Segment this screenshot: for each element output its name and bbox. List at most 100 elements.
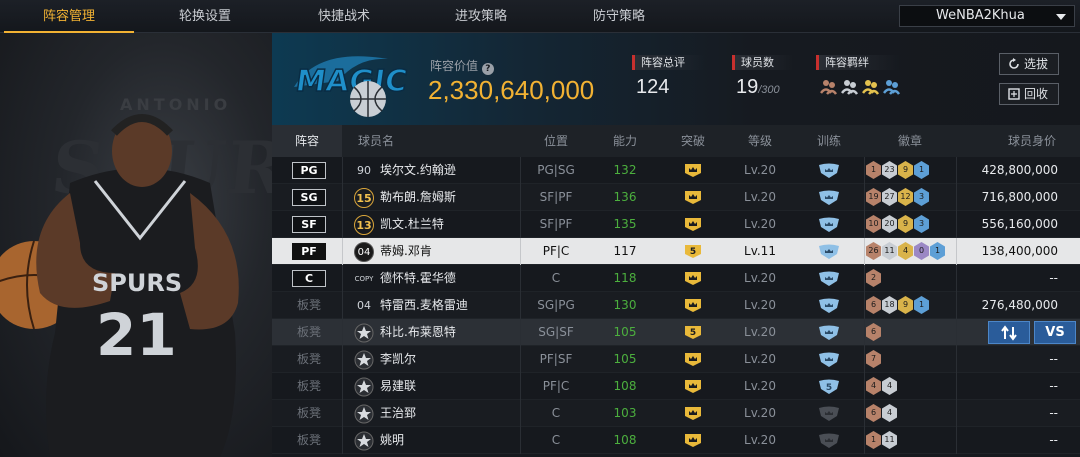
player-name[interactable]: 埃尔文.约翰逊 xyxy=(380,157,456,184)
table-row[interactable]: PF 04 蒂姆.邓肯 PF|C 117 5 Lv.11 26 11 4 0 1 138… xyxy=(272,238,1080,265)
silver-badge-icon[interactable]: 4 xyxy=(882,404,897,422)
player-rating: 130 xyxy=(613,298,637,312)
silver-badge-icon[interactable]: 11 xyxy=(882,242,897,260)
col-player-value[interactable]: 球员身价 xyxy=(984,125,1080,157)
bronze-badge-icon[interactable]: 2 xyxy=(866,269,881,287)
user-dropdown[interactable]: WeNBA2Khua xyxy=(899,5,1075,27)
silver-badge-icon[interactable]: 18 xyxy=(882,296,897,314)
table-row[interactable]: 板凳 易建联 PF|C 108 Lv.20 5 44 -- xyxy=(272,373,1080,400)
gold-badge-icon[interactable]: 9 xyxy=(898,215,913,233)
player-name[interactable]: 特雷西.麦格雷迪 xyxy=(380,292,468,319)
training-level-icon: 5 xyxy=(818,379,840,395)
purple-badge-icon[interactable]: 0 xyxy=(914,242,929,260)
table-row[interactable]: PG 90 埃尔文.约翰逊 PG|SG 132 Lv.20 1 23 9 1 428,… xyxy=(272,157,1080,184)
player-rating: 117 xyxy=(613,244,637,258)
blue-badge-icon[interactable]: 3 xyxy=(914,188,929,206)
table-row[interactable]: 板凳 04 特雷西.麦格雷迪 SG|PG 130 Lv.20 6 18 9 1 276… xyxy=(272,292,1080,319)
player-position: C xyxy=(551,433,561,447)
bronze-badge-icon[interactable]: 6 xyxy=(866,323,881,341)
col-level[interactable]: 等级 xyxy=(722,125,798,157)
lineup-slot-badge[interactable]: PF xyxy=(292,243,326,260)
bench-label: 板凳 xyxy=(296,406,321,420)
gold-badge-icon[interactable]: 9 xyxy=(898,296,913,314)
crown-icon xyxy=(684,406,702,421)
bronze-badge-icon[interactable]: 7 xyxy=(866,350,881,368)
badge-list: 64 xyxy=(866,404,897,422)
player-level: Lv.20 xyxy=(744,379,776,393)
lineup-slot-badge[interactable]: SG xyxy=(292,189,326,206)
gold-badge-icon[interactable]: 12 xyxy=(898,188,913,206)
table-row[interactable]: C COPY 德怀特.霍华德 C 118 Lv.20 2 -- xyxy=(272,265,1080,292)
col-breakthrough[interactable]: 突破 xyxy=(658,125,728,157)
blue-badge-icon[interactable]: 3 xyxy=(914,215,929,233)
silver-badge-icon[interactable]: 23 xyxy=(882,161,897,179)
top-nav: 阵容管理 轮换设置 快捷战术 进攻策略 防守策略 WeNBA2Khua xyxy=(0,0,1080,33)
player-name[interactable]: 王治郅 xyxy=(380,400,416,427)
bond-silver-icon[interactable] xyxy=(841,78,858,95)
tab-quick-tactics[interactable]: 快捷战术 xyxy=(279,0,409,33)
help-icon[interactable]: ? xyxy=(481,63,494,75)
bronze-badge-icon[interactable]: 1 xyxy=(866,431,881,449)
player-name[interactable]: 凯文.杜兰特 xyxy=(380,211,444,238)
col-lineup[interactable]: 阵容 xyxy=(272,125,342,157)
player-name[interactable]: 易建联 xyxy=(380,373,416,400)
player-value: -- xyxy=(1049,379,1058,393)
silver-badge-icon[interactable]: 27 xyxy=(882,188,897,206)
table-row[interactable]: 板凳 姚明 C 108 Lv.20 1 11 -- xyxy=(272,427,1080,454)
player-name[interactable]: 科比.布莱恩特 xyxy=(380,319,456,346)
badge-list: 26 11 4 0 1 xyxy=(866,242,945,260)
bronze-badge-icon[interactable]: 1 xyxy=(866,161,881,179)
bronze-badge-icon[interactable]: 26 xyxy=(866,242,881,260)
bond-gold-icon[interactable] xyxy=(862,78,879,95)
table-row[interactable]: 板凳 科比.布莱恩特 SG|SF 105 5 Lv.20 6 VS xyxy=(272,319,1080,346)
col-rating[interactable]: 能力 xyxy=(592,125,658,157)
tab-offense-strategy[interactable]: 进攻策略 xyxy=(416,0,546,33)
player-name[interactable]: 德怀特.霍华德 xyxy=(380,265,456,292)
bronze-badge-icon[interactable]: 4 xyxy=(866,377,881,395)
training-crown-icon xyxy=(818,244,840,260)
select-button[interactable]: 选拔 xyxy=(999,53,1059,75)
silver-badge-icon[interactable]: 4 xyxy=(882,377,897,395)
player-name[interactable]: 姚明 xyxy=(380,427,404,454)
silver-badge-icon[interactable]: 11 xyxy=(882,431,897,449)
gold-badge-icon[interactable]: 4 xyxy=(898,242,913,260)
training-crown-icon xyxy=(818,190,840,206)
bronze-badge-icon[interactable]: 19 xyxy=(866,188,881,206)
player-level: Lv.20 xyxy=(744,190,776,204)
col-player-name[interactable]: 球员名 xyxy=(356,125,396,157)
blue-badge-icon[interactable]: 1 xyxy=(930,242,945,260)
col-badges[interactable]: 徽章 xyxy=(860,125,960,157)
blue-badge-icon[interactable]: 1 xyxy=(914,296,929,314)
lineup-slot-badge[interactable]: PG xyxy=(292,162,326,179)
lineup-slot-badge[interactable]: SF xyxy=(292,216,326,233)
compare-vs-button[interactable]: VS xyxy=(1034,321,1076,344)
table-row[interactable]: 板凳 王治郅 C 103 Lv.20 64 -- xyxy=(272,400,1080,427)
blue-badge-icon[interactable]: 1 xyxy=(914,161,929,179)
bond-blue-icon[interactable] xyxy=(883,78,900,95)
table-row[interactable]: 板凳 李凯尔 PF|SF 105 Lv.20 7 -- xyxy=(272,346,1080,373)
silver-badge-icon[interactable]: 20 xyxy=(882,215,897,233)
table-row[interactable]: SG 15 勒布朗.詹姆斯 SF|PF 136 Lv.20 19 27 12 3 71… xyxy=(272,184,1080,211)
col-position[interactable]: 位置 xyxy=(520,125,592,157)
roster-table: 阵容 球员名 位置 能力 突破 等级 训练 徽章 球员身价 PG 90 埃尔文.… xyxy=(272,125,1080,457)
lineup-slot-badge[interactable]: C xyxy=(292,270,326,287)
bond-bronze-icon[interactable] xyxy=(820,78,837,95)
bronze-badge-icon[interactable]: 6 xyxy=(866,296,881,314)
tab-defense-strategy[interactable]: 防守策略 xyxy=(554,0,684,33)
table-row[interactable]: SF 13 凯文.杜兰特 SF|PF 135 Lv.20 10 20 9 3 556,… xyxy=(272,211,1080,238)
player-name[interactable]: 蒂姆.邓肯 xyxy=(380,238,432,265)
recycle-icon xyxy=(1008,88,1020,100)
tab-rotation-settings[interactable]: 轮换设置 xyxy=(140,0,270,33)
table-header: 阵容 球员名 位置 能力 突破 等级 训练 徽章 球员身价 xyxy=(272,125,1080,157)
player-level: Lv.20 xyxy=(744,406,776,420)
recycle-button[interactable]: 回收 xyxy=(999,83,1059,105)
col-training[interactable]: 训练 xyxy=(798,125,860,157)
player-name[interactable]: 李凯尔 xyxy=(380,346,416,373)
jersey-number: 90 xyxy=(357,164,371,177)
bronze-badge-icon[interactable]: 10 xyxy=(866,215,881,233)
swap-button[interactable] xyxy=(988,321,1030,344)
player-name[interactable]: 勒布朗.詹姆斯 xyxy=(380,184,456,211)
bronze-badge-icon[interactable]: 6 xyxy=(866,404,881,422)
gold-badge-icon[interactable]: 9 xyxy=(898,161,913,179)
tab-lineup-management[interactable]: 阵容管理 xyxy=(4,0,134,33)
